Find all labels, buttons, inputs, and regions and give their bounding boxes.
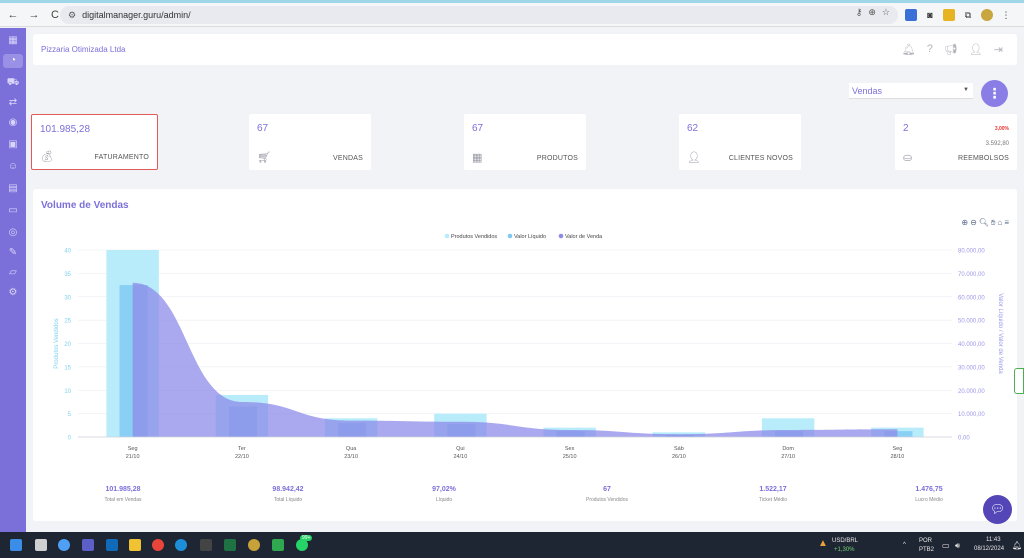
clock-date: 08/12/2024: [974, 546, 1005, 552]
taskbar-app-icon[interactable]: [35, 539, 47, 551]
summary-item: 1.522,17 Ticket Médio: [713, 486, 833, 503]
legend-marker: [507, 233, 513, 239]
summary-value: 97,02%: [432, 486, 456, 493]
x-tick-label: Dom: [782, 446, 794, 452]
summary-value: 101.985,28: [105, 486, 141, 493]
copilot-icon[interactable]: [58, 539, 70, 551]
summary-value: 1.522,17: [759, 486, 787, 493]
y2-tick-label: 20.000,00: [958, 389, 985, 395]
taskbar: 99+ ▲ USD/BRL +1,30% ^ POR PTB2 ▭ 🔊︎ 11:…: [0, 532, 1024, 558]
legend-marker: [444, 233, 450, 239]
ticker-change: +1,30%: [834, 547, 855, 553]
x-tick-label-date: 25/10: [563, 454, 577, 460]
summary-label: Total em Vendas: [104, 497, 142, 503]
folder-icon[interactable]: [129, 539, 141, 551]
monitor-icon[interactable]: [106, 539, 118, 551]
chat-button[interactable]: 💬︎: [983, 495, 1012, 524]
x-tick-label: Qui: [456, 446, 465, 452]
x-tick-label-date: 21/10: [126, 454, 140, 460]
summary-value: 1.476,75: [915, 486, 943, 493]
summary-label: Produtos Vendidos: [586, 497, 628, 503]
x-tick-label-date: 26/10: [672, 454, 686, 460]
x-tick-label-date: 23/10: [344, 454, 358, 460]
volume-icon[interactable]: 🔊︎: [955, 541, 960, 551]
summary-label: Total Líquido: [273, 497, 303, 503]
summary-label: Ticket Médio: [758, 497, 788, 503]
y2-axis-title: Valor Líquido / Valor de Venda: [997, 293, 1003, 374]
excel-icon[interactable]: [224, 539, 236, 551]
summary-value: 67: [603, 486, 611, 493]
side-widget-tab[interactable]: [1014, 368, 1024, 394]
teams-icon[interactable]: [82, 539, 94, 551]
x-tick-label-date: 28/10: [890, 454, 904, 460]
y-tick-label: 10: [64, 389, 71, 395]
legend-label: Produtos Vendidos: [451, 234, 497, 240]
chrome-icon[interactable]: [152, 539, 164, 551]
y2-tick-label: 30.000,00: [958, 365, 985, 371]
app-icon[interactable]: [200, 539, 212, 551]
y-tick-label: 40: [64, 249, 71, 255]
x-tick-label: Sáb: [674, 446, 684, 452]
summary-item: 67 Produtos Vendidos: [547, 486, 667, 503]
language-code[interactable]: POR: [919, 538, 932, 544]
summary-item: 98.942,42 Total Líquido: [228, 486, 348, 503]
y2-tick-label: 60.000,00: [958, 295, 985, 301]
x-tick-label-date: 22/10: [235, 454, 249, 460]
y-tick-label: 20: [64, 342, 71, 348]
summary-item: 97,02% Líquido: [384, 486, 504, 503]
notification-bell-icon[interactable]: 🔔︎: [1012, 541, 1022, 550]
chat-bubble-icon: 💬︎: [989, 502, 1006, 516]
summary-item: 1.476,75 Lucro Médio: [869, 486, 989, 503]
x-tick-label: Seg: [128, 446, 138, 452]
y2-tick-label: 80.000,00: [958, 249, 985, 255]
summary-value: 98.942,42: [272, 486, 304, 493]
summary-label: Lucro Médio: [915, 497, 943, 503]
y2-tick-label: 10.000,00: [958, 412, 985, 418]
summary-label: Líquido: [435, 497, 453, 503]
clock-time[interactable]: 11:43: [986, 537, 1001, 543]
y-tick-label: 30: [64, 295, 71, 301]
x-tick-label-date: 24/10: [453, 454, 467, 460]
summary-item: 101.985,28 Total em Vendas: [63, 486, 183, 503]
y-tick-label: 25: [64, 319, 71, 325]
y2-tick-label: 0,00: [958, 436, 970, 442]
y2-tick-label: 40.000,00: [958, 342, 985, 348]
y-tick-label: 0: [68, 436, 72, 442]
keyboard-layout: PTB2: [919, 547, 935, 553]
x-tick-label-date: 27/10: [781, 454, 795, 460]
y-tick-label: 5: [68, 412, 72, 418]
ticker-icon: ▲: [818, 538, 828, 549]
legend-label: Valor de Venda: [565, 234, 603, 240]
x-tick-label: Seg: [892, 446, 902, 452]
y2-tick-label: 70.000,00: [958, 272, 985, 278]
x-tick-label: Sex: [565, 446, 575, 452]
chrome-profile-icon[interactable]: [248, 539, 260, 551]
x-tick-label: Ter: [238, 446, 246, 452]
edge-icon[interactable]: [175, 539, 187, 551]
y-axis-title: Produtos Vendidos: [54, 318, 60, 368]
legend-label: Valor Líquido: [514, 234, 546, 240]
y-tick-label: 15: [64, 365, 71, 371]
legend-marker: [558, 233, 564, 239]
network-icon[interactable]: ▭: [942, 541, 950, 550]
summary-row: 101.985,28 Total em Vendas 98.942,42 Tot…: [33, 486, 1017, 510]
y2-tick-label: 50.000,00: [958, 319, 985, 325]
sheets-icon[interactable]: [272, 539, 284, 551]
start-windows-icon[interactable]: [10, 539, 22, 551]
ticker-name[interactable]: USD/BRL: [832, 538, 858, 544]
tray-chevron-icon[interactable]: ^: [903, 542, 906, 548]
sales-chart: 0 5 10 15 20 25 30 35 40 0,00 10.000,00 20.000,00 30…: [54, 233, 1003, 460]
x-tick-label: Qua: [346, 446, 357, 452]
y-tick-label: 35: [64, 272, 71, 278]
notification-badge: 99+: [300, 535, 313, 541]
